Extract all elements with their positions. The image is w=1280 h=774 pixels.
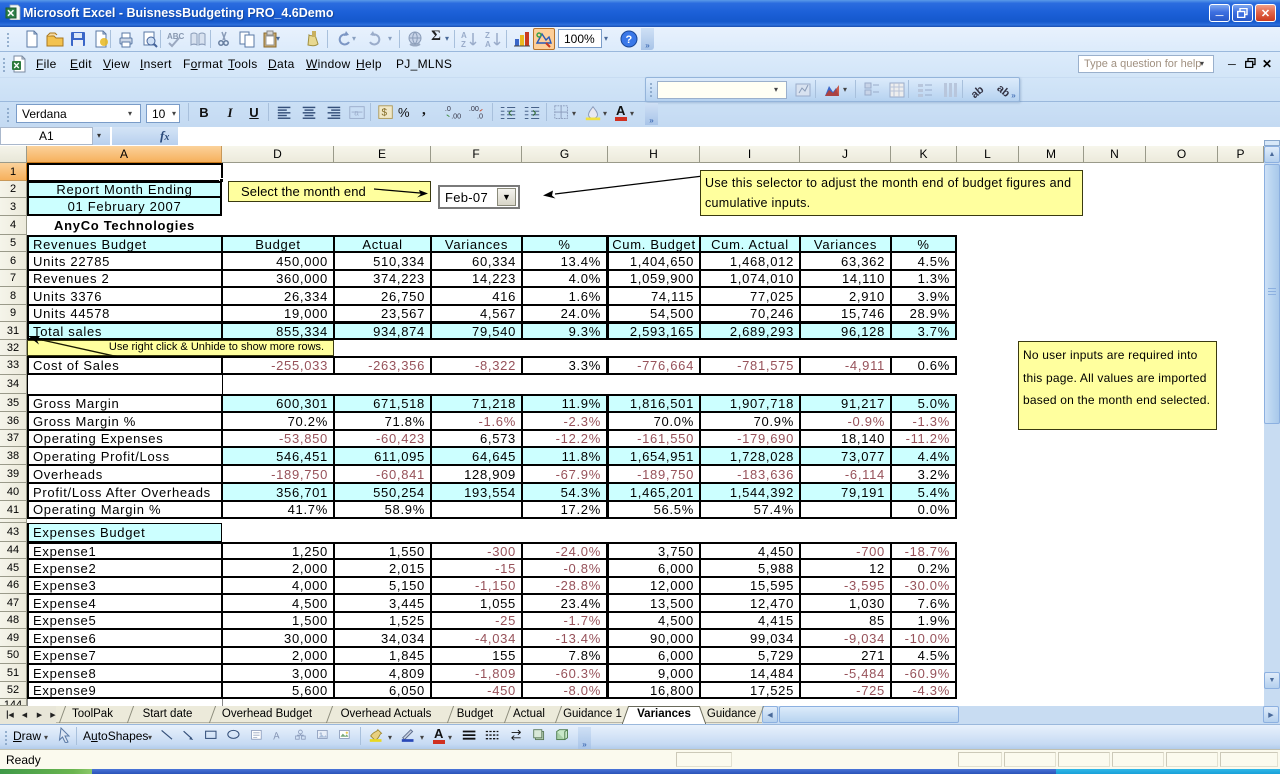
svg-text:?: ? <box>626 34 633 46</box>
svg-text:Z: Z <box>461 40 466 49</box>
svg-text:Z: Z <box>485 31 490 40</box>
svg-text:.0: .0 <box>477 111 483 120</box>
svg-text:A: A <box>272 730 281 742</box>
svg-text:.00: .00 <box>451 111 461 120</box>
svg-text:$: $ <box>382 108 388 119</box>
svg-text:a: a <box>354 109 359 118</box>
svg-text:ab: ab <box>970 83 987 100</box>
svg-text:.0: .0 <box>445 104 451 113</box>
svg-text:ABC: ABC <box>167 32 185 41</box>
svg-text:A: A <box>461 31 467 40</box>
svg-text:A: A <box>485 40 491 49</box>
